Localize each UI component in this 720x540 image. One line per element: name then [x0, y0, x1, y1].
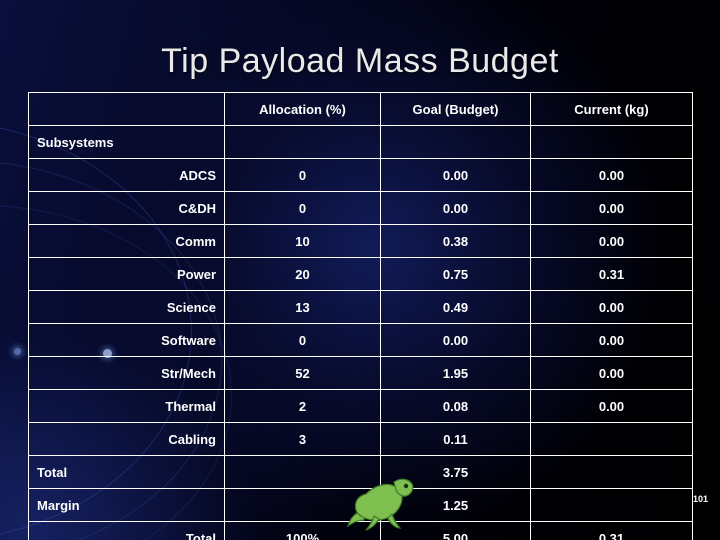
cell-current: 0.00	[530, 224, 693, 258]
table-header-row: Allocation (%) Goal (Budget) Current (kg…	[28, 92, 693, 126]
row-label: Total	[28, 455, 225, 489]
row-label: ADCS	[28, 158, 225, 192]
cell-allocation: 52	[224, 356, 381, 390]
table-row: Cabling 3 0.11	[28, 422, 693, 456]
cell-blank	[380, 125, 531, 159]
page-number: 101	[692, 494, 708, 504]
row-label: Total	[28, 521, 225, 540]
cell-goal: 0.75	[380, 257, 531, 291]
cell-allocation: 20	[224, 257, 381, 291]
table-header-cell-allocation: Allocation (%)	[224, 92, 381, 126]
cell-blank	[530, 125, 693, 159]
row-label: Power	[28, 257, 225, 291]
row-label: Margin	[28, 488, 225, 522]
section-label-subsystems: Subsystems	[28, 125, 225, 159]
cell-allocation: 0	[224, 323, 381, 357]
table-row-grand-total: Total 100% 5.00 0.31	[28, 521, 693, 540]
cell-goal: 1.95	[380, 356, 531, 390]
table-row: Power 20 0.75 0.31	[28, 257, 693, 291]
cell-current	[530, 422, 693, 456]
cell-allocation: 10	[224, 224, 381, 258]
table-row: Science 13 0.49 0.00	[28, 290, 693, 324]
cell-allocation: 3	[224, 422, 381, 456]
cell-current: 0.00	[530, 158, 693, 192]
cell-allocation: 100%	[224, 521, 381, 540]
row-label: Comm	[28, 224, 225, 258]
cell-goal: 0.38	[380, 224, 531, 258]
cell-allocation: 0	[224, 191, 381, 225]
row-label: C&DH	[28, 191, 225, 225]
mass-budget-table: Allocation (%) Goal (Budget) Current (kg…	[28, 92, 693, 540]
slide-canvas: Tip Payload Mass Budget Allocation (%) G…	[0, 0, 720, 540]
row-label: Cabling	[28, 422, 225, 456]
row-label: Science	[28, 290, 225, 324]
decorative-dot-1	[14, 348, 21, 355]
row-label: Software	[28, 323, 225, 357]
table-row: C&DH 0 0.00 0.00	[28, 191, 693, 225]
table-header-cell-current: Current (kg)	[530, 92, 693, 126]
cell-current: 0.00	[530, 290, 693, 324]
cell-current: 0.00	[530, 323, 693, 357]
cell-allocation: 0	[224, 158, 381, 192]
cell-current	[530, 455, 693, 489]
cell-goal: 3.75	[380, 455, 531, 489]
table-row: Str/Mech 52 1.95 0.00	[28, 356, 693, 390]
table-header-cell-blank	[28, 92, 225, 126]
cell-current	[530, 488, 693, 522]
cell-blank	[224, 125, 381, 159]
table-row: ADCS 0 0.00 0.00	[28, 158, 693, 192]
cell-current: 0.31	[530, 521, 693, 540]
cell-goal: 0.11	[380, 422, 531, 456]
mass-budget-table-container: Allocation (%) Goal (Budget) Current (kg…	[28, 92, 693, 540]
table-row-margin: Margin 1.25	[28, 488, 693, 522]
table-row: Comm 10 0.38 0.00	[28, 224, 693, 258]
cell-current: 0.00	[530, 191, 693, 225]
cell-allocation	[224, 455, 381, 489]
page-title: Tip Payload Mass Budget	[161, 42, 559, 80]
cell-allocation	[224, 488, 381, 522]
cell-goal: 1.25	[380, 488, 531, 522]
cell-goal: 0.00	[380, 323, 531, 357]
row-label: Thermal	[28, 389, 225, 423]
cell-goal: 0.00	[380, 158, 531, 192]
cell-goal: 0.08	[380, 389, 531, 423]
table-row: Software 0 0.00 0.00	[28, 323, 693, 357]
table-header-cell-goal: Goal (Budget)	[380, 92, 531, 126]
table-row-total: Total 3.75	[28, 455, 693, 489]
cell-goal: 0.00	[380, 191, 531, 225]
cell-current: 0.00	[530, 356, 693, 390]
cell-allocation: 13	[224, 290, 381, 324]
cell-current: 0.00	[530, 389, 693, 423]
table-row-subsystems-heading: Subsystems	[28, 125, 693, 159]
cell-allocation: 2	[224, 389, 381, 423]
row-label: Str/Mech	[28, 356, 225, 390]
cell-current: 0.31	[530, 257, 693, 291]
cell-goal: 5.00	[380, 521, 531, 540]
cell-goal: 0.49	[380, 290, 531, 324]
table-row: Thermal 2 0.08 0.00	[28, 389, 693, 423]
